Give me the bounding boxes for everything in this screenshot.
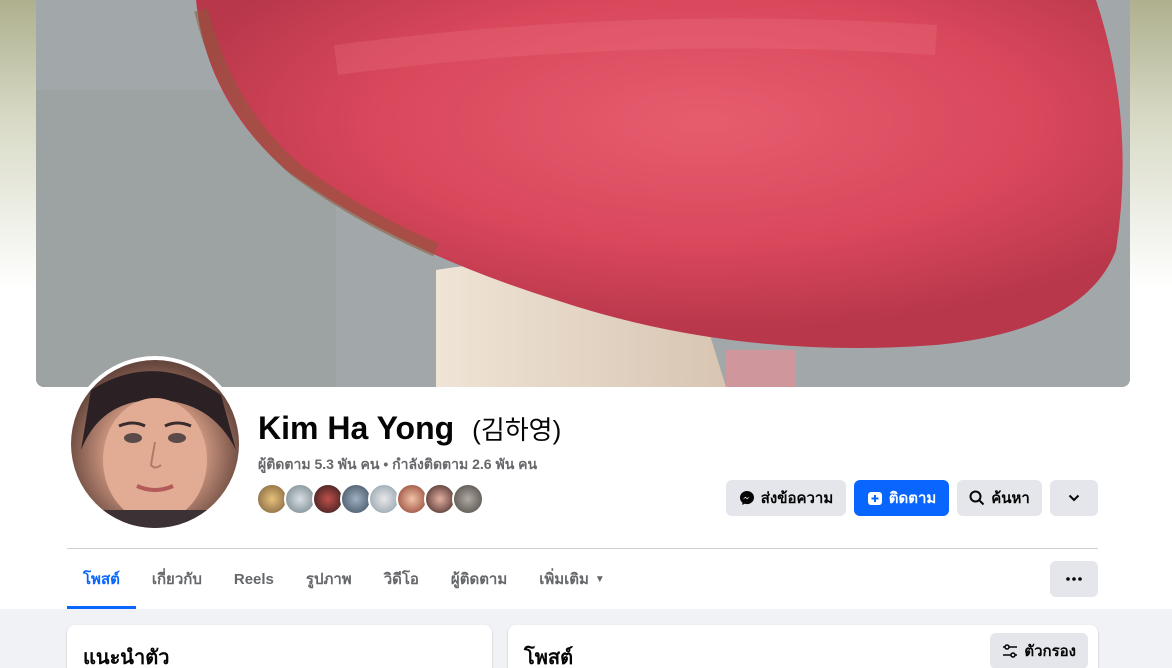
- message-button-label: ส่งข้อความ: [760, 490, 834, 507]
- profile-name-row: Kim Ha Yong (김하영): [258, 410, 561, 447]
- more-dots-icon: [1066, 577, 1082, 581]
- cover-photo[interactable]: [36, 0, 1130, 387]
- tab-label: วิดีโอ: [383, 571, 419, 588]
- caret-down-icon: ▼: [594, 573, 605, 585]
- tab-followers[interactable]: ผู้ติดตาม: [435, 549, 523, 609]
- tab-label: โพสต์: [83, 571, 120, 588]
- follower-avatar-stack[interactable]: [256, 483, 484, 517]
- intro-card: แนะนำตัว: [67, 625, 492, 668]
- tab-label: เกี่ยวกับ: [151, 571, 202, 588]
- messenger-icon: [739, 491, 754, 505]
- filter-button-label: ตัวกรอง: [1024, 643, 1076, 660]
- tab-label: รูปภาพ: [305, 571, 352, 588]
- tab-label: ผู้ติดตาม: [450, 571, 508, 588]
- profile-picture[interactable]: [67, 356, 243, 532]
- posts-card-title: โพสต์: [524, 647, 574, 668]
- search-icon: [969, 490, 985, 506]
- follower-stats[interactable]: ผู้ติดตาม 5.3 พัน คน • กำลังติดตาม 2.6 พ…: [258, 454, 537, 476]
- intro-card-title: แนะนำตัว: [83, 647, 170, 668]
- follow-button[interactable]: ติดตาม: [854, 480, 949, 516]
- message-button[interactable]: ส่งข้อความ: [726, 480, 846, 516]
- avatar: [71, 360, 239, 528]
- profile-alt-name: (김하영): [472, 415, 562, 445]
- tab-about[interactable]: เกี่ยวกับ: [136, 549, 218, 609]
- profile-tabs: โพสต์ เกี่ยวกับ Reels รูปภาพ วิดีโอ ผู้ต…: [67, 549, 621, 609]
- more-options-button[interactable]: [1050, 561, 1098, 597]
- tab-photos[interactable]: รูปภาพ: [290, 549, 368, 609]
- tab-more[interactable]: เพิ่มเติม ▼: [523, 549, 621, 609]
- follow-button-label: ติดตาม: [888, 490, 937, 507]
- options-dropdown-button[interactable]: [1050, 480, 1098, 516]
- filter-sliders-icon: [1003, 644, 1018, 658]
- follow-plus-icon: [867, 492, 882, 505]
- tab-reels[interactable]: Reels: [218, 549, 290, 609]
- follower-avatar[interactable]: [452, 483, 484, 515]
- tab-label: เพิ่มเติม: [539, 571, 589, 588]
- filter-button[interactable]: ตัวกรอง: [990, 633, 1088, 668]
- posts-card: โพสต์ ตัวกรอง: [508, 625, 1098, 668]
- tab-posts[interactable]: โพสต์: [67, 549, 136, 609]
- tab-videos[interactable]: วิดีโอ: [368, 549, 435, 609]
- search-button[interactable]: ค้นหา: [957, 480, 1042, 516]
- tab-label: Reels: [233, 570, 274, 588]
- chevron-down-icon: [1068, 494, 1080, 502]
- profile-name: Kim Ha Yong: [258, 410, 455, 446]
- search-button-label: ค้นหา: [991, 490, 1030, 507]
